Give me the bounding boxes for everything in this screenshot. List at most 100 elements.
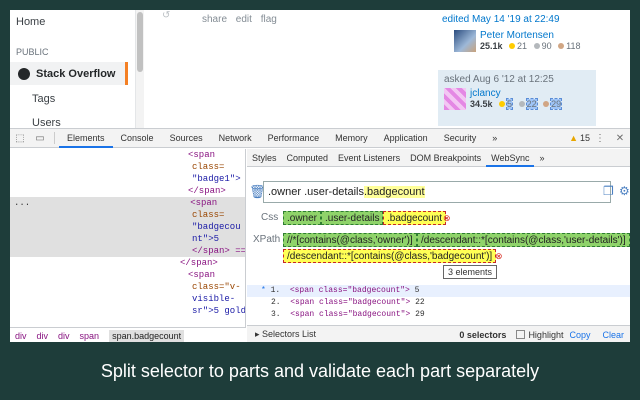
edit-link[interactable]: edit bbox=[236, 14, 252, 25]
result-row[interactable]: 3. <span class="badgecount"> 29 bbox=[247, 309, 630, 321]
share-link[interactable]: share bbox=[202, 14, 227, 25]
selectors-list-toggle[interactable]: ▸ Selectors List bbox=[255, 329, 316, 340]
clear-button[interactable]: Clear bbox=[602, 330, 624, 340]
sidebar-item-stack-overflow[interactable]: Stack Overflow bbox=[10, 62, 128, 85]
avatar[interactable] bbox=[444, 88, 466, 110]
avatar[interactable] bbox=[454, 30, 476, 52]
gold-badge-icon bbox=[499, 101, 506, 107]
dom-line-selected[interactable]: nt">5 bbox=[10, 233, 245, 245]
tab-application[interactable]: Application bbox=[376, 129, 436, 148]
edited-time[interactable]: edited May 14 '19 at 22:49 bbox=[442, 14, 592, 25]
sidebar-section-public: PUBLIC bbox=[16, 47, 49, 57]
tab-styles[interactable]: Styles bbox=[247, 149, 282, 167]
css-part-invalid[interactable]: .badgecount bbox=[383, 211, 447, 225]
dom-line[interactable]: <span bbox=[10, 149, 245, 161]
editor-name[interactable]: Peter Mortensen bbox=[480, 30, 580, 41]
breadcrumb-item[interactable]: div bbox=[37, 331, 49, 341]
breadcrumb: div div div span span.badgecount bbox=[10, 327, 246, 342]
warning-icon[interactable]: ▲ bbox=[569, 133, 578, 143]
dom-line-selected[interactable]: "badgecou bbox=[10, 221, 245, 233]
gold-count: 21 bbox=[517, 41, 528, 51]
result-row[interactable]: * 1. <span class="badgecount"> 5 bbox=[247, 285, 630, 297]
dom-line[interactable]: "badge1"> bbox=[10, 173, 245, 185]
highlight-label: Highlight bbox=[528, 329, 564, 340]
dom-line[interactable]: class= bbox=[10, 161, 245, 173]
selector-count: 0 selectors bbox=[459, 329, 507, 340]
dom-line-selected[interactable]: </span> == bbox=[10, 245, 245, 257]
tab-network[interactable]: Network bbox=[211, 129, 260, 148]
ellipsis-icon[interactable]: ... bbox=[10, 198, 30, 208]
settings-icon[interactable]: ⚙ bbox=[619, 184, 630, 198]
result-row[interactable]: 2. <span class="badgecount"> 22 bbox=[247, 297, 630, 309]
page-scrollbar[interactable] bbox=[136, 10, 144, 128]
tab-memory[interactable]: Memory bbox=[327, 129, 376, 148]
tab-security[interactable]: Security bbox=[436, 129, 485, 148]
css-part-valid[interactable]: .user-details bbox=[321, 211, 384, 225]
asker-usercard: jclancy 34.5k 5 22 29 bbox=[444, 88, 563, 110]
flag-link[interactable]: flag bbox=[261, 14, 277, 25]
xpath-part-valid[interactable]: /descendant::*[contains(@class,'user-det… bbox=[417, 233, 630, 247]
more-tabs-button[interactable]: » bbox=[484, 129, 505, 148]
screenshot-frame: Home PUBLIC Stack Overflow Tags Users ↺ … bbox=[10, 10, 630, 342]
dom-line[interactable]: visible- bbox=[10, 293, 245, 305]
breadcrumb-item[interactable]: span bbox=[80, 331, 100, 341]
silver-count: 90 bbox=[541, 41, 552, 51]
dom-line[interactable]: </span> bbox=[10, 257, 245, 269]
caption: Split selector to parts and validate eac… bbox=[100, 360, 540, 381]
divider bbox=[54, 132, 55, 144]
xpath-part-invalid[interactable]: /descendant::*[contains(@class,'badgecou… bbox=[283, 249, 497, 263]
silver-badge-icon bbox=[533, 43, 540, 49]
copy-icon[interactable]: ❐ bbox=[603, 184, 614, 198]
tab-elements[interactable]: Elements bbox=[59, 129, 113, 148]
elements-tree: <span class= "badge1"> </span> ... <span … bbox=[10, 149, 246, 327]
tab-console[interactable]: Console bbox=[113, 129, 162, 148]
breadcrumb-item[interactable]: div bbox=[58, 331, 70, 341]
websync-footer: ▸ Selectors List 0 selectors Highlight C… bbox=[247, 325, 630, 342]
selector-highlight: .badgecount bbox=[364, 186, 425, 198]
match-count-tooltip: 3 elements bbox=[443, 265, 498, 279]
warning-count[interactable]: 15 bbox=[580, 133, 590, 143]
remove-icon[interactable]: ⊗ bbox=[443, 213, 451, 224]
globe-icon bbox=[18, 67, 30, 80]
silver-badge-icon bbox=[518, 101, 525, 107]
breadcrumb-item[interactable]: div bbox=[15, 331, 27, 341]
dom-line[interactable]: class="v- bbox=[10, 281, 245, 293]
close-icon[interactable]: ✕ bbox=[610, 133, 630, 144]
tab-event-listeners[interactable]: Event Listeners bbox=[333, 149, 405, 167]
devtools-tabbar: ⬚ ▭ Elements Console Sources Network Per… bbox=[10, 129, 630, 148]
tab-websync[interactable]: WebSync bbox=[486, 149, 535, 167]
selector-input[interactable]: .owner .user-details .badgecount bbox=[263, 181, 611, 203]
tab-computed[interactable]: Computed bbox=[282, 149, 334, 167]
dom-line[interactable]: sr">5 gold bbox=[10, 305, 245, 317]
reputation-score: 25.1k bbox=[480, 41, 503, 51]
history-icon[interactable]: ↺ bbox=[162, 10, 170, 21]
scrollbar-thumb[interactable] bbox=[137, 12, 143, 72]
css-part-valid[interactable]: .owner bbox=[283, 211, 322, 225]
dom-line-selected[interactable]: ... <span bbox=[10, 197, 245, 209]
device-toolbar-icon[interactable]: ▭ bbox=[30, 133, 50, 144]
tab-sources[interactable]: Sources bbox=[162, 129, 211, 148]
xpath-label: XPath bbox=[253, 234, 281, 245]
bronze-count: 118 bbox=[566, 41, 581, 51]
dom-line-selected[interactable]: class= bbox=[10, 209, 245, 221]
remove-icon[interactable]: ⊗ bbox=[495, 251, 503, 262]
inspect-icon[interactable]: ⬚ bbox=[10, 133, 30, 144]
highlight-checkbox[interactable] bbox=[516, 330, 526, 339]
kebab-menu-icon[interactable]: ⋮ bbox=[590, 133, 610, 144]
breadcrumb-item-current[interactable]: span.badgecount bbox=[109, 329, 185, 342]
sidebar-item-tags[interactable]: Tags bbox=[32, 93, 55, 105]
xpath-part-valid[interactable]: //*[contains(@class,'owner')] bbox=[283, 233, 417, 247]
websync-sidebar: Styles Computed Event Listeners DOM Brea… bbox=[247, 149, 630, 342]
gold-count: 5 bbox=[506, 98, 514, 110]
tab-dom-breakpoints[interactable]: DOM Breakpoints bbox=[405, 149, 486, 167]
sidebar-item-home[interactable]: Home bbox=[16, 16, 45, 28]
selector-prefix: .owner .user-details bbox=[268, 186, 364, 198]
more-tabs-button[interactable]: » bbox=[534, 149, 549, 167]
devtools-panel: ⬚ ▭ Elements Console Sources Network Per… bbox=[10, 128, 630, 342]
dom-line[interactable]: </span> bbox=[10, 185, 245, 197]
silver-count: 22 bbox=[525, 98, 538, 110]
tab-performance[interactable]: Performance bbox=[260, 129, 328, 148]
copy-button[interactable]: Copy bbox=[569, 330, 590, 340]
asker-name[interactable]: jclancy bbox=[470, 88, 561, 99]
dom-line[interactable]: <span bbox=[10, 269, 245, 281]
